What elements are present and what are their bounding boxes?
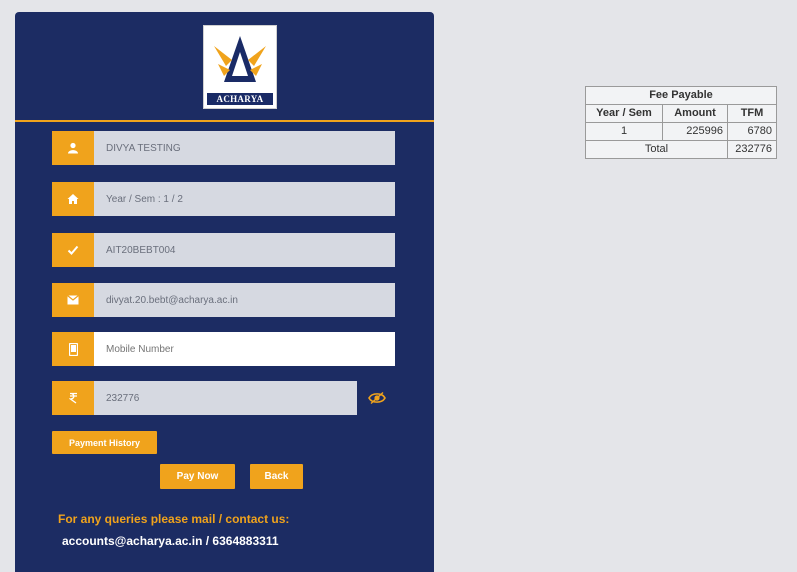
query-text: For any queries please mail / contact us…	[58, 512, 290, 526]
logo-text: ACHARYA	[207, 93, 273, 105]
mobile-number-input[interactable]	[94, 332, 395, 366]
name-field-row	[52, 131, 395, 165]
header-amount: Amount	[662, 104, 728, 123]
email-field[interactable]	[94, 283, 395, 317]
header-tfm: TFM	[727, 104, 777, 123]
home-icon	[52, 182, 94, 216]
mobile-field-row	[52, 332, 395, 366]
year-sem-field[interactable]	[94, 182, 395, 216]
email-field-row	[52, 283, 395, 317]
year-sem-field-row	[52, 182, 395, 216]
pay-now-button[interactable]: Pay Now	[160, 464, 235, 489]
acharya-logo-icon	[214, 36, 266, 82]
fee-table-title-row: Fee Payable	[585, 86, 777, 105]
usn-field[interactable]	[94, 233, 395, 267]
fee-table-header-row: Year / Sem Amount TFM	[585, 104, 777, 123]
payment-history-button[interactable]: Payment History	[52, 431, 157, 454]
table-row: 1 225996 6780	[585, 122, 777, 141]
amount-field-row	[52, 381, 357, 415]
check-icon	[52, 233, 94, 267]
contact-text: accounts@acharya.ac.in / 6364883311	[62, 534, 279, 548]
acharya-logo: ACHARYA	[203, 25, 277, 109]
cell-tfm: 6780	[727, 122, 777, 141]
cell-amount: 225996	[662, 122, 728, 141]
fee-payable-table: Fee Payable Year / Sem Amount TFM 1 2259…	[585, 86, 777, 159]
eye-icon[interactable]	[368, 391, 386, 405]
back-button[interactable]: Back	[250, 464, 303, 489]
user-icon	[52, 131, 94, 165]
header-year-sem: Year / Sem	[585, 104, 663, 123]
amount-field[interactable]	[94, 381, 357, 415]
total-row: Total 232776	[585, 140, 777, 159]
total-value: 232776	[727, 140, 777, 159]
name-field[interactable]	[94, 131, 395, 165]
mobile-icon	[52, 332, 94, 366]
cell-year-sem: 1	[585, 122, 663, 141]
fee-table-title: Fee Payable	[585, 86, 777, 105]
header-divider	[15, 120, 434, 122]
envelope-icon	[52, 283, 94, 317]
total-label: Total	[585, 140, 728, 159]
usn-field-row	[52, 233, 395, 267]
rupee-icon	[52, 381, 94, 415]
